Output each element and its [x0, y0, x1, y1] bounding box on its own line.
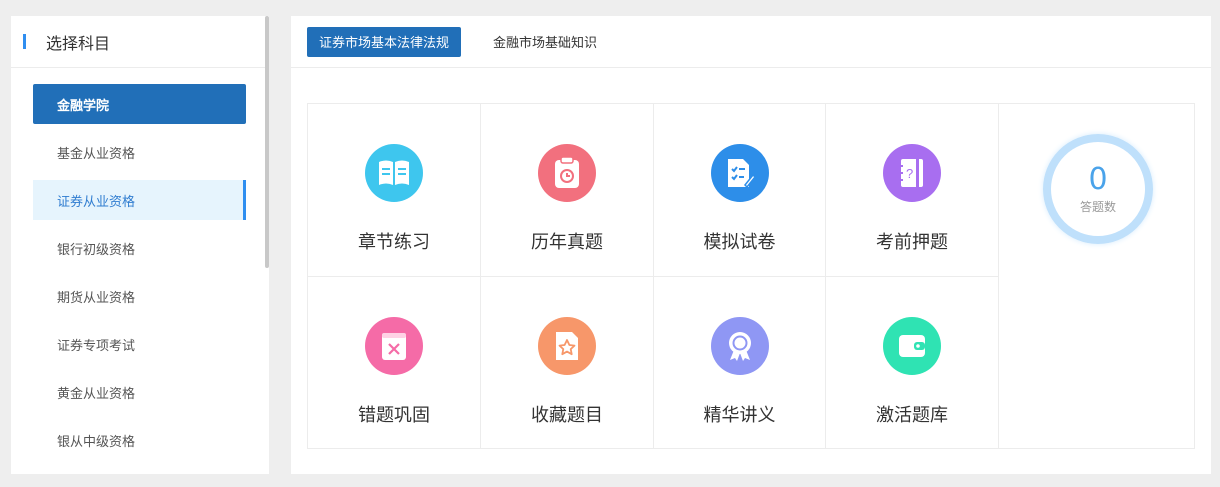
sidebar-item-label: 期货从业资格	[57, 290, 136, 306]
feature-favorites[interactable]: 收藏题目	[481, 277, 654, 449]
question-notebook-icon: ?	[883, 144, 941, 202]
feature-label: 章节练习	[358, 232, 430, 253]
svg-text:?: ?	[906, 166, 913, 181]
feature-label: 精华讲义	[703, 405, 776, 426]
feature-grid: 章节练习 历年真题 模拟试卷 ? 考前押题 错题巩固 收藏题目 精华讲义 激活题…	[308, 104, 999, 449]
clipboard-icon	[538, 144, 596, 202]
award-icon	[710, 317, 769, 375]
feature-activate-bank[interactable]: 激活题库	[826, 277, 999, 449]
sidebar-item-fund-qualification[interactable]: 基金从业资格	[33, 132, 246, 172]
subject-menu: 金融学院 基金从业资格 证券从业资格 银行初级资格 期货从业资格 证券专项考试 …	[11, 68, 269, 460]
sidebar-scrollbar[interactable]	[265, 16, 269, 268]
feature-label: 激活题库	[876, 405, 948, 426]
feature-panel: 章节练习 历年真题 模拟试卷 ? 考前押题 错题巩固 收藏题目 精华讲义 激活题…	[307, 103, 1195, 449]
sidebar-item-futures-qualification[interactable]: 期货从业资格	[33, 276, 246, 316]
main-panel: 证券市场基本法律法规 金融市场基础知识 章节练习 历年真题 模拟试卷 ? 考前押…	[291, 16, 1211, 474]
feature-chapter-practice[interactable]: 章节练习	[308, 104, 481, 277]
sidebar-item-bank-intermediate[interactable]: 银从中级资格	[33, 420, 246, 460]
feature-label: 收藏题目	[531, 405, 603, 426]
feature-wrong-questions[interactable]: 错题巩固	[308, 277, 481, 449]
feature-predicted-questions[interactable]: ? 考前押题	[826, 104, 999, 277]
sidebar-item-gold-qualification[interactable]: 黄金从业资格	[33, 372, 246, 412]
sidebar-item-securities-qualification[interactable]: 证券从业资格	[33, 180, 246, 220]
sidebar-item-label: 证券从业资格	[57, 194, 136, 210]
feature-mock-exam[interactable]: 模拟试卷	[654, 104, 826, 277]
wrong-book-icon	[365, 317, 423, 375]
sidebar-item-label: 银从中级资格	[57, 434, 136, 450]
sidebar-header: 选择科目	[11, 16, 269, 68]
exam-paper-icon	[710, 144, 769, 202]
sidebar-item-label: 银行初级资格	[57, 242, 136, 258]
wallet-icon	[883, 317, 941, 375]
star-document-icon	[538, 317, 596, 375]
tab-securities-law[interactable]: 证券市场基本法律法规	[307, 26, 462, 57]
accent-bar	[23, 34, 26, 49]
feature-label: 模拟试卷	[703, 232, 776, 253]
sidebar-item-bank-junior[interactable]: 银行初级资格	[33, 228, 246, 268]
subject-tabs: 证券市场基本法律法规 金融市场基础知识	[291, 16, 1211, 68]
answer-count-label: 答题数	[1079, 199, 1116, 214]
book-icon	[365, 144, 423, 202]
sidebar-item-label: 金融学院	[57, 98, 110, 114]
sidebar-item-securities-special[interactable]: 证券专项考试	[33, 324, 246, 364]
subject-sidebar: 选择科目 金融学院 基金从业资格 证券从业资格 银行初级资格 期货从业资格 证券…	[11, 16, 269, 474]
tab-financial-market-basics[interactable]: 金融市场基础知识	[481, 27, 609, 57]
sidebar-item-label: 证券专项考试	[57, 338, 136, 354]
sidebar-item-label: 基金从业资格	[57, 146, 136, 162]
feature-label: 历年真题	[531, 232, 603, 253]
sidebar-item-finance-college[interactable]: 金融学院	[33, 84, 246, 124]
sidebar-title: 选择科目	[46, 33, 111, 53]
feature-label: 错题巩固	[358, 405, 430, 426]
answer-count-value: 0	[1088, 161, 1108, 197]
answer-count-ring: 0 答题数	[1043, 134, 1153, 244]
feature-lecture-notes[interactable]: 精华讲义	[654, 277, 826, 449]
sidebar-item-label: 黄金从业资格	[57, 386, 136, 402]
feature-label: 考前押题	[876, 232, 948, 253]
feature-past-exams[interactable]: 历年真题	[481, 104, 654, 277]
